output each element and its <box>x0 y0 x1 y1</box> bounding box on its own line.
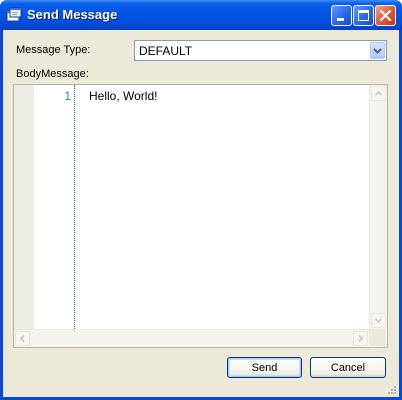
arrow-down-icon <box>374 318 383 324</box>
horizontal-scrollbar[interactable] <box>14 329 369 347</box>
scroll-up-button[interactable] <box>371 86 386 101</box>
body-message-editor[interactable]: 1 Hello, World! <box>13 84 388 348</box>
window-title: Send Message <box>27 7 118 22</box>
line-number: 1 <box>64 89 71 103</box>
scrollbar-corner <box>369 329 386 346</box>
arrow-up-icon <box>374 90 383 96</box>
message-type-select[interactable]: DEFAULT <box>134 40 387 61</box>
app-window-icon <box>6 7 22 23</box>
arrow-left-icon <box>19 334 25 343</box>
line-number-gutter: 1 <box>34 85 75 329</box>
minimize-button[interactable] <box>331 5 352 26</box>
vertical-scrollbar[interactable] <box>369 85 387 329</box>
chevron-down-icon <box>373 48 382 54</box>
maximize-icon <box>358 10 369 21</box>
editor-margin <box>14 85 34 329</box>
cancel-button[interactable]: Cancel <box>310 357 386 378</box>
close-button[interactable] <box>375 5 396 26</box>
scroll-down-button[interactable] <box>371 313 386 328</box>
send-message-window: Send Message Message Type: DEFAULT BodyM… <box>0 0 402 400</box>
message-type-label: Message Type: <box>16 44 91 56</box>
title-bar[interactable]: Send Message <box>0 0 402 30</box>
editor-line[interactable]: Hello, World! <box>89 89 157 103</box>
dropdown-button[interactable] <box>370 42 385 59</box>
arrow-right-icon <box>358 334 364 343</box>
scroll-left-button[interactable] <box>15 331 30 346</box>
minimize-icon <box>337 18 344 21</box>
resize-grip-icon[interactable] <box>387 385 397 395</box>
message-type-value: DEFAULT <box>139 44 193 58</box>
scroll-right-button[interactable] <box>353 331 368 346</box>
send-button[interactable]: Send <box>227 357 302 378</box>
body-message-label: BodyMessage: <box>16 68 89 80</box>
close-icon <box>379 9 392 22</box>
maximize-button[interactable] <box>353 5 374 26</box>
dialog-body: Message Type: DEFAULT BodyMessage: 1 Hel… <box>3 30 399 397</box>
